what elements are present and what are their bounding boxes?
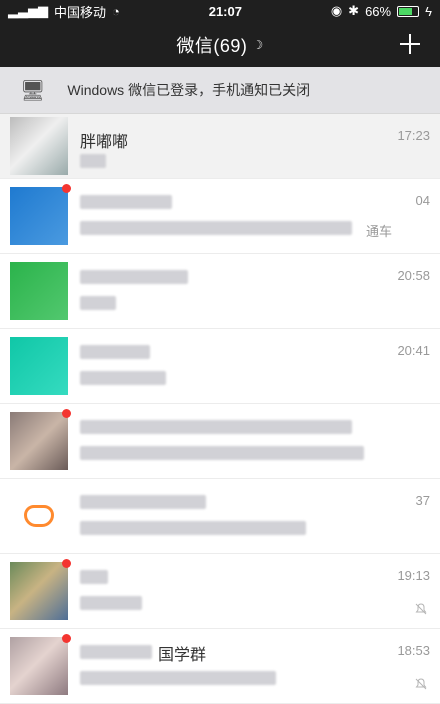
avatar — [10, 262, 68, 320]
avatar — [10, 117, 68, 175]
mute-icon — [414, 602, 428, 616]
avatar — [10, 487, 68, 545]
lock-icon: ◉ — [330, 3, 343, 18]
signal-icon: ▂▃▅▆ — [8, 3, 48, 18]
chat-content: 20:41 — [80, 329, 440, 403]
carrier-label: 中国移动 — [54, 4, 107, 20]
chat-time: 19:13 — [397, 568, 430, 583]
chat-list: 胖嘟嘟 17:23 04 通车 20:58 20:41 37 19:13 国学群… — [0, 114, 440, 704]
chat-row[interactable]: 20:41 — [0, 329, 440, 404]
chat-time: 17:23 — [397, 128, 430, 143]
chat-row[interactable]: 20:58 — [0, 254, 440, 329]
chat-time: 37 — [415, 493, 430, 508]
avatar — [10, 409, 71, 470]
chat-time: 20:41 — [397, 343, 430, 358]
wifi-icon: ◔ — [112, 3, 120, 19]
avatar — [10, 337, 68, 395]
mug-icon — [24, 505, 54, 527]
battery-percent: 66% — [365, 3, 392, 19]
chat-name: 胖嘟嘟 — [80, 134, 129, 151]
chat-time: 18:53 — [397, 643, 430, 658]
chat-name: 国学群 — [158, 647, 207, 664]
avatar — [10, 559, 71, 620]
ear-icon: ☽ — [252, 37, 264, 52]
chat-row[interactable]: 国学群 18:53 — [0, 629, 440, 704]
windows-login-notice[interactable]: 🖥 Windows 微信已登录，手机通知已关闭 — [0, 67, 440, 114]
unread-badge — [62, 409, 71, 418]
chat-content: 04 通车 — [80, 179, 440, 253]
notice-text: Windows 微信已登录，手机通知已关闭 — [67, 82, 311, 98]
mute-icon — [414, 677, 428, 691]
chat-time: 20:58 — [397, 268, 430, 283]
status-bar: ▂▃▅▆ 中国移动 ◔ 21:07 ◉ ✱ 66% ϟ — [0, 0, 440, 22]
chat-snippet: 通车 — [366, 224, 393, 239]
charging-icon: ϟ — [425, 3, 432, 19]
page-title: 微信(69) ☽ — [176, 32, 263, 58]
unread-badge — [62, 634, 71, 643]
chat-content: 19:13 — [80, 554, 440, 628]
chat-content: 胖嘟嘟 17:23 — [80, 114, 440, 178]
chat-content: 国学群 18:53 — [80, 629, 440, 703]
app-header: 微信(69) ☽ — [0, 22, 440, 67]
unread-badge — [62, 559, 71, 568]
chat-row[interactable]: 04 通车 — [0, 179, 440, 254]
add-button[interactable] — [396, 30, 424, 58]
chat-row[interactable]: 37 — [0, 479, 440, 554]
chat-content: 20:58 — [80, 254, 440, 328]
battery-icon — [397, 5, 420, 17]
page-title-text: 微信(69) — [176, 35, 248, 56]
chat-row[interactable]: 19:13 — [0, 554, 440, 629]
chat-time: 04 — [415, 193, 430, 208]
status-time: 21:07 — [208, 3, 242, 19]
chat-content: 37 — [80, 479, 440, 553]
avatar — [10, 634, 71, 695]
chat-row[interactable] — [0, 404, 440, 479]
unread-badge — [62, 184, 71, 193]
bluetooth-icon: ✱ — [348, 3, 360, 18]
monitor-icon: 🖥 — [20, 79, 46, 102]
avatar — [10, 184, 71, 245]
chat-content — [80, 404, 440, 478]
chat-row[interactable]: 胖嘟嘟 17:23 — [0, 114, 440, 179]
